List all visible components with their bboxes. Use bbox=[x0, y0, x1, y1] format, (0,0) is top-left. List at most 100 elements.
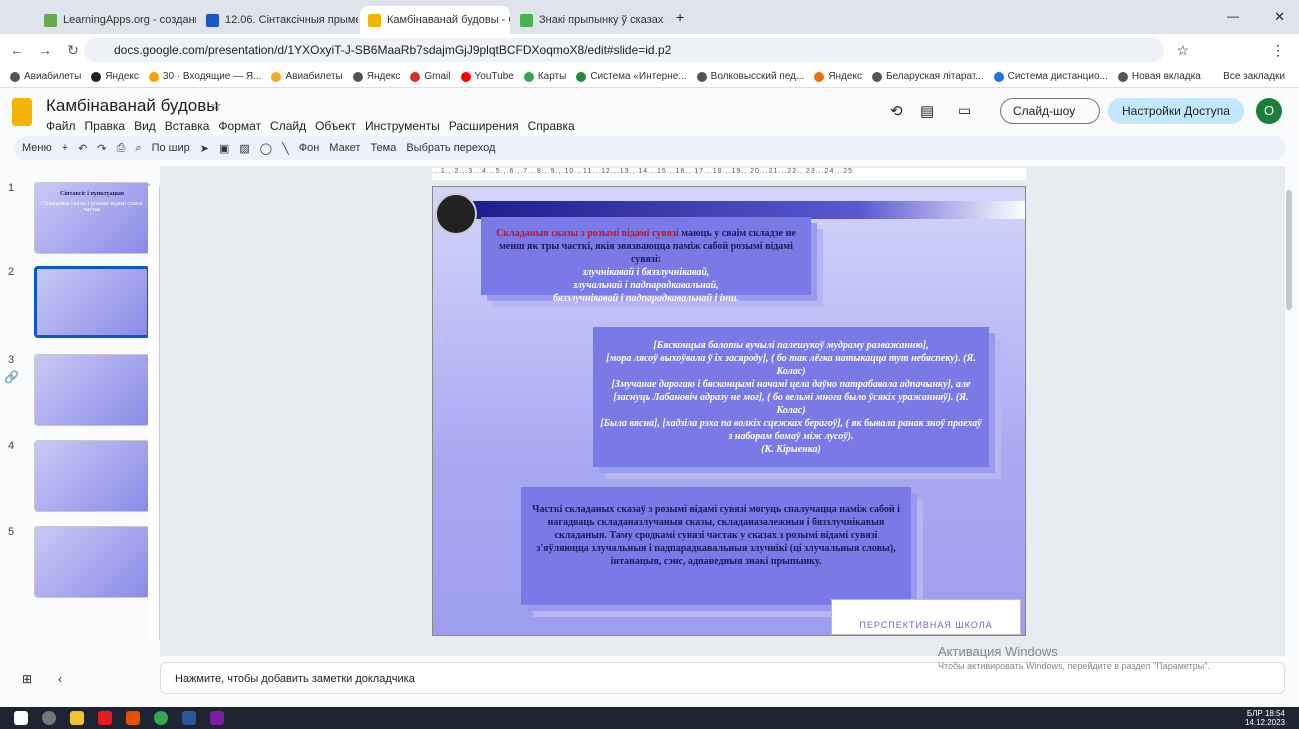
scroll-thumb[interactable] bbox=[1286, 190, 1292, 310]
browser-tab[interactable]: Знакі прыпынку ў сказах з пр...✕ bbox=[512, 6, 667, 34]
bookmark[interactable]: 30 · Входящие — Я... bbox=[148, 71, 262, 82]
menu-insert[interactable]: Вставка bbox=[165, 119, 210, 133]
windows-start-icon[interactable] bbox=[14, 711, 28, 725]
meet-icon[interactable]: ▭ bbox=[958, 102, 971, 119]
bookmark[interactable]: Яндекс bbox=[91, 71, 139, 82]
example-author: (К. Кірыенка) bbox=[761, 444, 821, 455]
bookmark-label: Карты bbox=[537, 71, 567, 82]
browser-tab[interactable]: LearningApps.org - создание ...✕ bbox=[36, 6, 196, 34]
back-icon[interactable]: ← bbox=[6, 42, 28, 58]
zoom-icon[interactable]: ⌕ bbox=[135, 142, 141, 155]
word-icon[interactable] bbox=[182, 711, 196, 725]
bookmark[interactable]: Авиабилеты bbox=[10, 71, 81, 82]
menu-object[interactable]: Объект bbox=[315, 119, 356, 133]
menu-extensions[interactable]: Расширения bbox=[449, 119, 519, 133]
type-line: злучнікавай і бяззлучнікавай, bbox=[582, 267, 710, 278]
share-button[interactable]: Настройки Доступа bbox=[1108, 98, 1244, 124]
thumb-number: 5 bbox=[8, 526, 15, 538]
bookmark[interactable]: Карты bbox=[523, 71, 567, 82]
app-icon[interactable] bbox=[126, 711, 140, 725]
chrome-icon[interactable] bbox=[154, 711, 168, 725]
tab-label: 12.06. Сінтаксічныя прыметы... bbox=[225, 14, 358, 26]
select-icon[interactable]: ➤ bbox=[200, 142, 209, 155]
textbox-icon[interactable]: ▣ bbox=[219, 142, 229, 155]
browser-tab-active[interactable]: Камбінаванай будовы - Goo...✕ bbox=[360, 6, 510, 34]
menu-slide[interactable]: Слайд bbox=[270, 119, 306, 133]
bookmark[interactable]: Авиабилеты bbox=[271, 71, 343, 82]
doc-title[interactable]: Камбінаванай будовы bbox=[46, 96, 219, 116]
layout-button[interactable]: Макет bbox=[329, 142, 360, 154]
slide-canvas[interactable]: Складаныя сказы з розымі відамі сувязі м… bbox=[432, 186, 1026, 636]
menu-file[interactable]: Файл bbox=[46, 119, 76, 133]
definition-box[interactable]: Складаныя сказы з розымі відамі сувязі м… bbox=[481, 217, 811, 304]
bookmark[interactable]: YouTube bbox=[460, 71, 514, 82]
thumbnail: Сінтаксіс і пунктуацыя Складаныя сказы з … bbox=[34, 182, 150, 254]
bookmark[interactable]: Новая вкладка bbox=[1117, 71, 1201, 82]
examples-box[interactable]: [Бясконцыя балоты вучылі палешукоў мудра… bbox=[593, 327, 989, 467]
new-tab-icon[interactable]: + bbox=[676, 9, 684, 25]
shape-icon[interactable]: ◯ bbox=[260, 142, 272, 155]
viber-icon[interactable] bbox=[210, 711, 224, 725]
browser-tab[interactable]: 12.06. Сінтаксічныя прыметы...✕ bbox=[198, 6, 358, 34]
forward-icon[interactable]: → bbox=[34, 42, 56, 58]
url-field[interactable]: docs.google.com/presentation/d/1YXOxyiT-… bbox=[84, 38, 1164, 62]
bookmark[interactable]: Система «Интерне... bbox=[576, 71, 687, 82]
bookmark-label: Система дистанцио... bbox=[1007, 71, 1108, 82]
school-logo-text: ПЕРСПЕКТИВНАЯ ШКОЛА bbox=[859, 620, 993, 630]
bookmark[interactable]: Яндекс bbox=[352, 71, 401, 82]
menu-edit[interactable]: Правка bbox=[85, 119, 126, 133]
background-button[interactable]: Фон bbox=[299, 142, 320, 154]
slideshow-button[interactable]: Слайд-шоу bbox=[1000, 98, 1100, 124]
image-icon[interactable]: ▨ bbox=[239, 142, 249, 155]
theme-button[interactable]: Тема bbox=[370, 142, 396, 154]
menu-help[interactable]: Справка bbox=[528, 119, 575, 133]
type-line: злучальнай і падпарадкавальнай, bbox=[573, 280, 719, 291]
minimize-icon[interactable]: — bbox=[1227, 9, 1239, 23]
scrollbar[interactable] bbox=[1284, 180, 1294, 640]
bookmark-label: 30 · Входящие — Я... bbox=[162, 71, 262, 82]
all-bookmarks[interactable]: Все закладки bbox=[1223, 71, 1285, 82]
bookmark[interactable]: Волковысский пед... bbox=[696, 71, 804, 82]
history-icon[interactable]: ⟲ bbox=[890, 102, 903, 120]
search-icon[interactable] bbox=[42, 711, 56, 725]
explorer-icon[interactable] bbox=[70, 711, 84, 725]
avatar[interactable]: О bbox=[1256, 98, 1282, 124]
star-icon[interactable]: ☆ bbox=[1176, 42, 1189, 59]
opera-icon[interactable] bbox=[98, 711, 112, 725]
conclusion-box[interactable]: Часткі складаных сказаў з розымі відамі … bbox=[521, 487, 911, 605]
bookmark[interactable]: Система дистанцио... bbox=[993, 71, 1108, 82]
bookmark[interactable]: Gmail bbox=[410, 71, 451, 82]
menu-tools[interactable]: Инструменты bbox=[365, 119, 440, 133]
search-menu-button[interactable]: Меню bbox=[22, 142, 52, 154]
zoom-select[interactable]: По шир bbox=[152, 142, 190, 154]
bookmark-label: Яндекс bbox=[366, 71, 401, 82]
reload-icon[interactable]: ↻ bbox=[62, 42, 84, 59]
add-icon[interactable]: + bbox=[62, 142, 68, 154]
undo-icon[interactable]: ↶ bbox=[78, 142, 87, 155]
redo-icon[interactable]: ↷ bbox=[97, 142, 106, 155]
share-label: Настройки Доступа bbox=[1122, 104, 1230, 118]
collapse-icon[interactable]: ‹ bbox=[58, 672, 62, 686]
filmstrip: 1 Сінтаксіс і пунктуацыя Складаныя сказы … bbox=[0, 166, 160, 656]
slides-logo-icon[interactable] bbox=[12, 98, 32, 126]
bookmark[interactable]: Беларуская літарат... bbox=[871, 71, 984, 82]
more-icon[interactable]: ⋮ bbox=[1271, 42, 1285, 59]
bookmark-label: Gmail bbox=[424, 71, 451, 82]
star-icon[interactable]: ☆ bbox=[210, 98, 222, 114]
tab-favicon-icon bbox=[44, 13, 57, 27]
line-icon[interactable]: ╲ bbox=[282, 142, 289, 155]
thumb-number: 2 bbox=[8, 266, 15, 278]
close-window-icon[interactable]: ✕ bbox=[1274, 9, 1285, 25]
slideshow-label: Слайд-шоу bbox=[1013, 104, 1076, 118]
transition-button[interactable]: Выбрать переход bbox=[406, 142, 495, 154]
doc-header: Камбінаванай будовы ☆ Файл Правка Вид Вс… bbox=[0, 88, 1299, 136]
grid-view-icon[interactable]: ⊞ bbox=[22, 672, 32, 686]
system-tray[interactable]: БЛР 18:54 14.12.2023 bbox=[1245, 709, 1285, 727]
activation-subtitle: Чтобы активировать Windows, перейдите в … bbox=[938, 661, 1210, 671]
bookmark-label: Авиабилеты bbox=[24, 71, 82, 82]
menu-view[interactable]: Вид bbox=[134, 119, 156, 133]
bookmark[interactable]: Яндекс bbox=[814, 71, 862, 82]
comments-icon[interactable]: ▤ bbox=[920, 102, 934, 120]
menu-format[interactable]: Формат bbox=[218, 119, 261, 133]
print-icon[interactable]: ⎙ bbox=[117, 142, 126, 155]
